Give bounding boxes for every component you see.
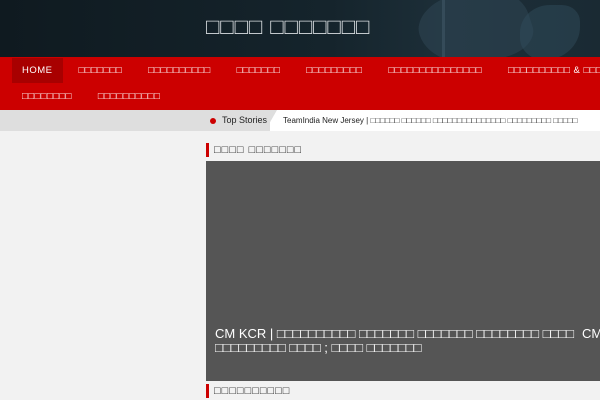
nav-item[interactable]: □□□□□□□□□□ & □□□□□□ <box>498 58 600 83</box>
header-background-streak <box>442 0 445 57</box>
nav-item[interactable]: □□□□□□□□□□ <box>138 58 220 83</box>
header-background-shape <box>520 5 580 57</box>
featured-caption-link[interactable]: CM KCR | □□□□□□□□□□ □□□□□□□ □□□□□□□ □□□□… <box>215 327 575 355</box>
nav-item[interactable]: □□□□□□□ <box>227 58 291 83</box>
nav-item[interactable]: □□□□□□□□□□□□□□□ <box>378 58 492 83</box>
nav-item[interactable]: □□□□□□□ <box>69 58 133 83</box>
ticker-headline-link[interactable]: TeamIndia New Jersey | □□□□□□ □□□□□□ □□□… <box>283 110 600 131</box>
next-slide-caption[interactable]: CM <box>582 327 600 341</box>
ticker-label: Top Stories <box>222 115 268 125</box>
top-stories-ticker: Top Stories TeamIndia New Jersey | □□□□□… <box>0 110 600 131</box>
nav-row-secondary: □□□□□□□□ □□□□□□□□□□ <box>12 84 176 109</box>
site-header: □□□□ □□□□□□□ <box>0 0 600 57</box>
site-title[interactable]: □□□□ □□□□□□□ <box>206 14 370 40</box>
second-section-heading: □□□□□□□□□□ <box>206 384 290 398</box>
nav-item[interactable]: □□□□□□□□□□ <box>88 84 170 109</box>
featured-slider[interactable]: CM KCR | □□□□□□□□□□ □□□□□□□ □□□□□□□ □□□□… <box>206 161 600 381</box>
nav-row-primary: HOME □□□□□□□ □□□□□□□□□□ □□□□□□□ □□□□□□□□… <box>12 58 600 83</box>
ticker-dot-icon <box>210 118 216 124</box>
featured-section-heading: □□□□ □□□□□□□ <box>206 143 302 157</box>
nav-item-home[interactable]: HOME <box>12 58 63 83</box>
nav-item[interactable]: □□□□□□□□□ <box>296 58 372 83</box>
main-navigation: HOME □□□□□□□ □□□□□□□□□□ □□□□□□□ □□□□□□□□… <box>0 57 600 110</box>
nav-item[interactable]: □□□□□□□□ <box>12 84 82 109</box>
